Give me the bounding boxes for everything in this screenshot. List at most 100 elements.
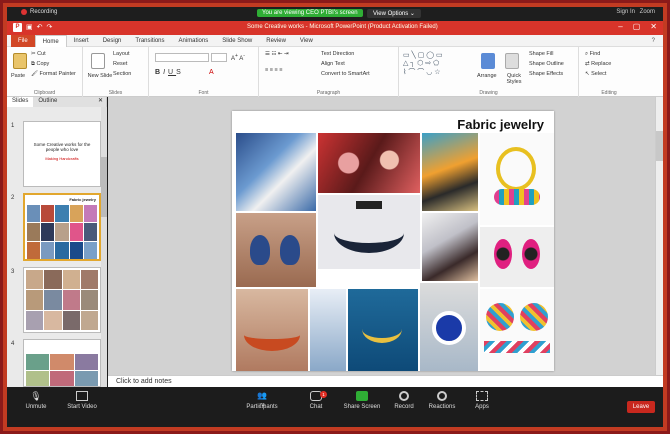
maximize-icon[interactable]: ▢ xyxy=(633,22,641,31)
chat-button[interactable]: 1 Chat xyxy=(291,391,341,410)
tab-design[interactable]: Design xyxy=(96,35,129,47)
pane-scrollbar[interactable] xyxy=(101,107,107,387)
close-pane-icon[interactable]: ✕ xyxy=(98,97,103,107)
tab-slides[interactable]: Slides xyxy=(7,97,34,107)
convert-smartart-button[interactable]: Convert to SmartArt xyxy=(321,71,370,77)
paste-button[interactable]: Paste xyxy=(11,73,25,79)
brush-icon: 🖌 xyxy=(31,71,38,77)
quick-styles-icon[interactable] xyxy=(505,53,519,69)
slide-thumbnail-2[interactable]: Fabric jewelry xyxy=(23,193,101,261)
slide-thumbnail-1[interactable]: Some Creative works for the people who l… xyxy=(23,121,101,187)
help-icon[interactable]: ? xyxy=(652,38,655,44)
start-video-label: Start Video xyxy=(67,404,97,410)
teal-necklace-photo xyxy=(348,289,418,371)
redo-icon[interactable]: ↷ xyxy=(47,23,53,32)
thumb-image-grid xyxy=(27,205,97,259)
find-button[interactable]: ⌕ Find xyxy=(585,51,600,58)
tab-insert[interactable]: Insert xyxy=(67,35,96,47)
shape-outline-button[interactable]: Shape Outline xyxy=(529,61,564,67)
tab-file[interactable]: File xyxy=(11,34,35,47)
shape-fill-button[interactable]: Shape Fill xyxy=(529,51,553,57)
cut-label: Cut xyxy=(37,51,46,57)
text-direction-button[interactable]: Text Direction xyxy=(321,51,354,57)
undo-icon[interactable]: ↶ xyxy=(37,23,43,32)
slide-thumbnail-4[interactable] xyxy=(23,339,101,387)
tab-view[interactable]: View xyxy=(293,35,320,47)
replace-label: Replace xyxy=(591,61,612,67)
ribbon-tabs: File Home Insert Design Transitions Anim… xyxy=(7,34,663,47)
thumb-title: Fabric jewelry xyxy=(69,197,96,202)
arrange-button[interactable]: Arrange xyxy=(477,73,497,79)
zoom-control-bar: 🎙 Unmute Start Video 👥74 Participants 1 … xyxy=(7,387,663,427)
zoom-top-bar: Recording You are viewing CEO PTBI's scr… xyxy=(7,7,663,21)
blue-earrings-photo xyxy=(236,213,316,287)
tab-review[interactable]: Review xyxy=(259,35,293,47)
notes-pane[interactable]: Click to add notes xyxy=(108,375,663,387)
font-name-field[interactable] xyxy=(155,53,209,62)
tab-home[interactable]: Home xyxy=(34,34,67,47)
drawing-group: ▭ ╲ ▢ ◯ ▭ △ ┐ ⬡ ⇨ ⬠ ⌇ ⌒ ⌒ ◡ ☆ Arrange Quic… xyxy=(399,47,579,97)
share-screen-icon xyxy=(356,391,368,401)
zoom-button[interactable]: Zoom xyxy=(640,9,655,15)
zigzag-earrings-photo xyxy=(480,289,554,371)
quick-styles-button[interactable]: Quick Styles xyxy=(501,73,527,85)
microphone-muted-icon: 🎙 xyxy=(30,391,42,401)
align-icons[interactable]: ≡ ≡ ≡ ≡ xyxy=(265,67,282,73)
close-icon[interactable]: ✕ xyxy=(650,22,657,31)
font-group: A+ A- BIUS A Font xyxy=(149,47,259,97)
smiley-icon xyxy=(437,391,447,401)
copy-button[interactable]: ⧉ Copy xyxy=(31,61,49,68)
shape-effects-button[interactable]: Shape Effects xyxy=(529,71,563,77)
start-video-button[interactable]: Start Video xyxy=(57,391,107,410)
pane-tabs: Slides Outline ✕ xyxy=(7,97,106,107)
font-size-field[interactable] xyxy=(211,53,227,62)
earrings-photo xyxy=(236,133,316,211)
bullets-icon[interactable]: ☰ ☷ ⇤ ⇥ xyxy=(265,51,289,57)
view-options-label: View Options xyxy=(373,11,409,17)
unmute-button[interactable]: 🎙 Unmute xyxy=(11,391,61,410)
thread-necklace-photo xyxy=(236,289,308,371)
new-slide-icon[interactable] xyxy=(91,53,105,69)
recording-indicator: Recording xyxy=(21,9,57,15)
thumb-number: 3 xyxy=(11,269,15,275)
section-button[interactable]: Section xyxy=(113,71,131,77)
black-necklace-photo xyxy=(318,195,420,269)
tab-slide-show[interactable]: Slide Show xyxy=(215,35,259,47)
paste-icon[interactable] xyxy=(13,53,27,69)
save-icon[interactable]: ▣ xyxy=(26,23,33,32)
participants-icon: 👥74 xyxy=(257,391,267,409)
thumb-number: 1 xyxy=(11,123,15,129)
blue-pendant-photo xyxy=(420,283,478,371)
copy-icon: ⧉ xyxy=(31,61,35,67)
layout-button[interactable]: Layout xyxy=(113,51,130,57)
slide-thumbnail-3[interactable] xyxy=(23,267,101,333)
reset-button[interactable]: Reset xyxy=(113,61,127,67)
editor-scrollbar[interactable] xyxy=(655,97,663,375)
tab-transitions[interactable]: Transitions xyxy=(128,35,171,47)
grow-font-icon[interactable]: A+ A- xyxy=(231,53,245,62)
sign-in-link[interactable]: Sign In xyxy=(616,9,635,15)
screen-frame: Recording You are viewing CEO PTBI's scr… xyxy=(3,3,667,431)
necklace-beads-photo xyxy=(318,133,420,193)
font-format-buttons[interactable]: BIUS xyxy=(155,69,184,76)
leave-button[interactable]: Leave xyxy=(627,401,655,413)
tab-outline[interactable]: Outline xyxy=(33,97,62,107)
shapes-gallery[interactable]: ▭ ╲ ▢ ◯ ▭ △ ┐ ⬡ ⇨ ⬠ ⌇ ⌒ ⌒ ◡ ☆ xyxy=(403,51,443,77)
cut-button[interactable]: ✂ Cut xyxy=(31,51,46,57)
minimize-icon[interactable]: – xyxy=(618,22,622,31)
font-color-icon[interactable]: A xyxy=(209,69,214,76)
tab-animations[interactable]: Animations xyxy=(172,35,216,47)
replace-button[interactable]: ⇄ Replace xyxy=(585,61,611,67)
chevron-down-icon: ⌄ xyxy=(409,11,415,17)
view-options-button[interactable]: View Options ⌄ xyxy=(367,9,421,18)
current-slide[interactable]: Fabric jewelry xyxy=(232,111,554,371)
new-slide-button[interactable]: New Slide xyxy=(87,73,113,79)
format-painter-button[interactable]: 🖌 Format Painter xyxy=(31,71,76,77)
apps-button[interactable]: Apps xyxy=(457,391,507,410)
arrange-icon[interactable] xyxy=(481,53,495,69)
participants-button[interactable]: 👥74 Participants xyxy=(237,391,287,410)
select-button[interactable]: ↖ Select xyxy=(585,71,606,77)
pink-earrings-photo xyxy=(480,227,554,287)
align-text-button[interactable]: Align Text xyxy=(321,61,345,67)
slide-title[interactable]: Fabric jewelry xyxy=(457,117,544,132)
